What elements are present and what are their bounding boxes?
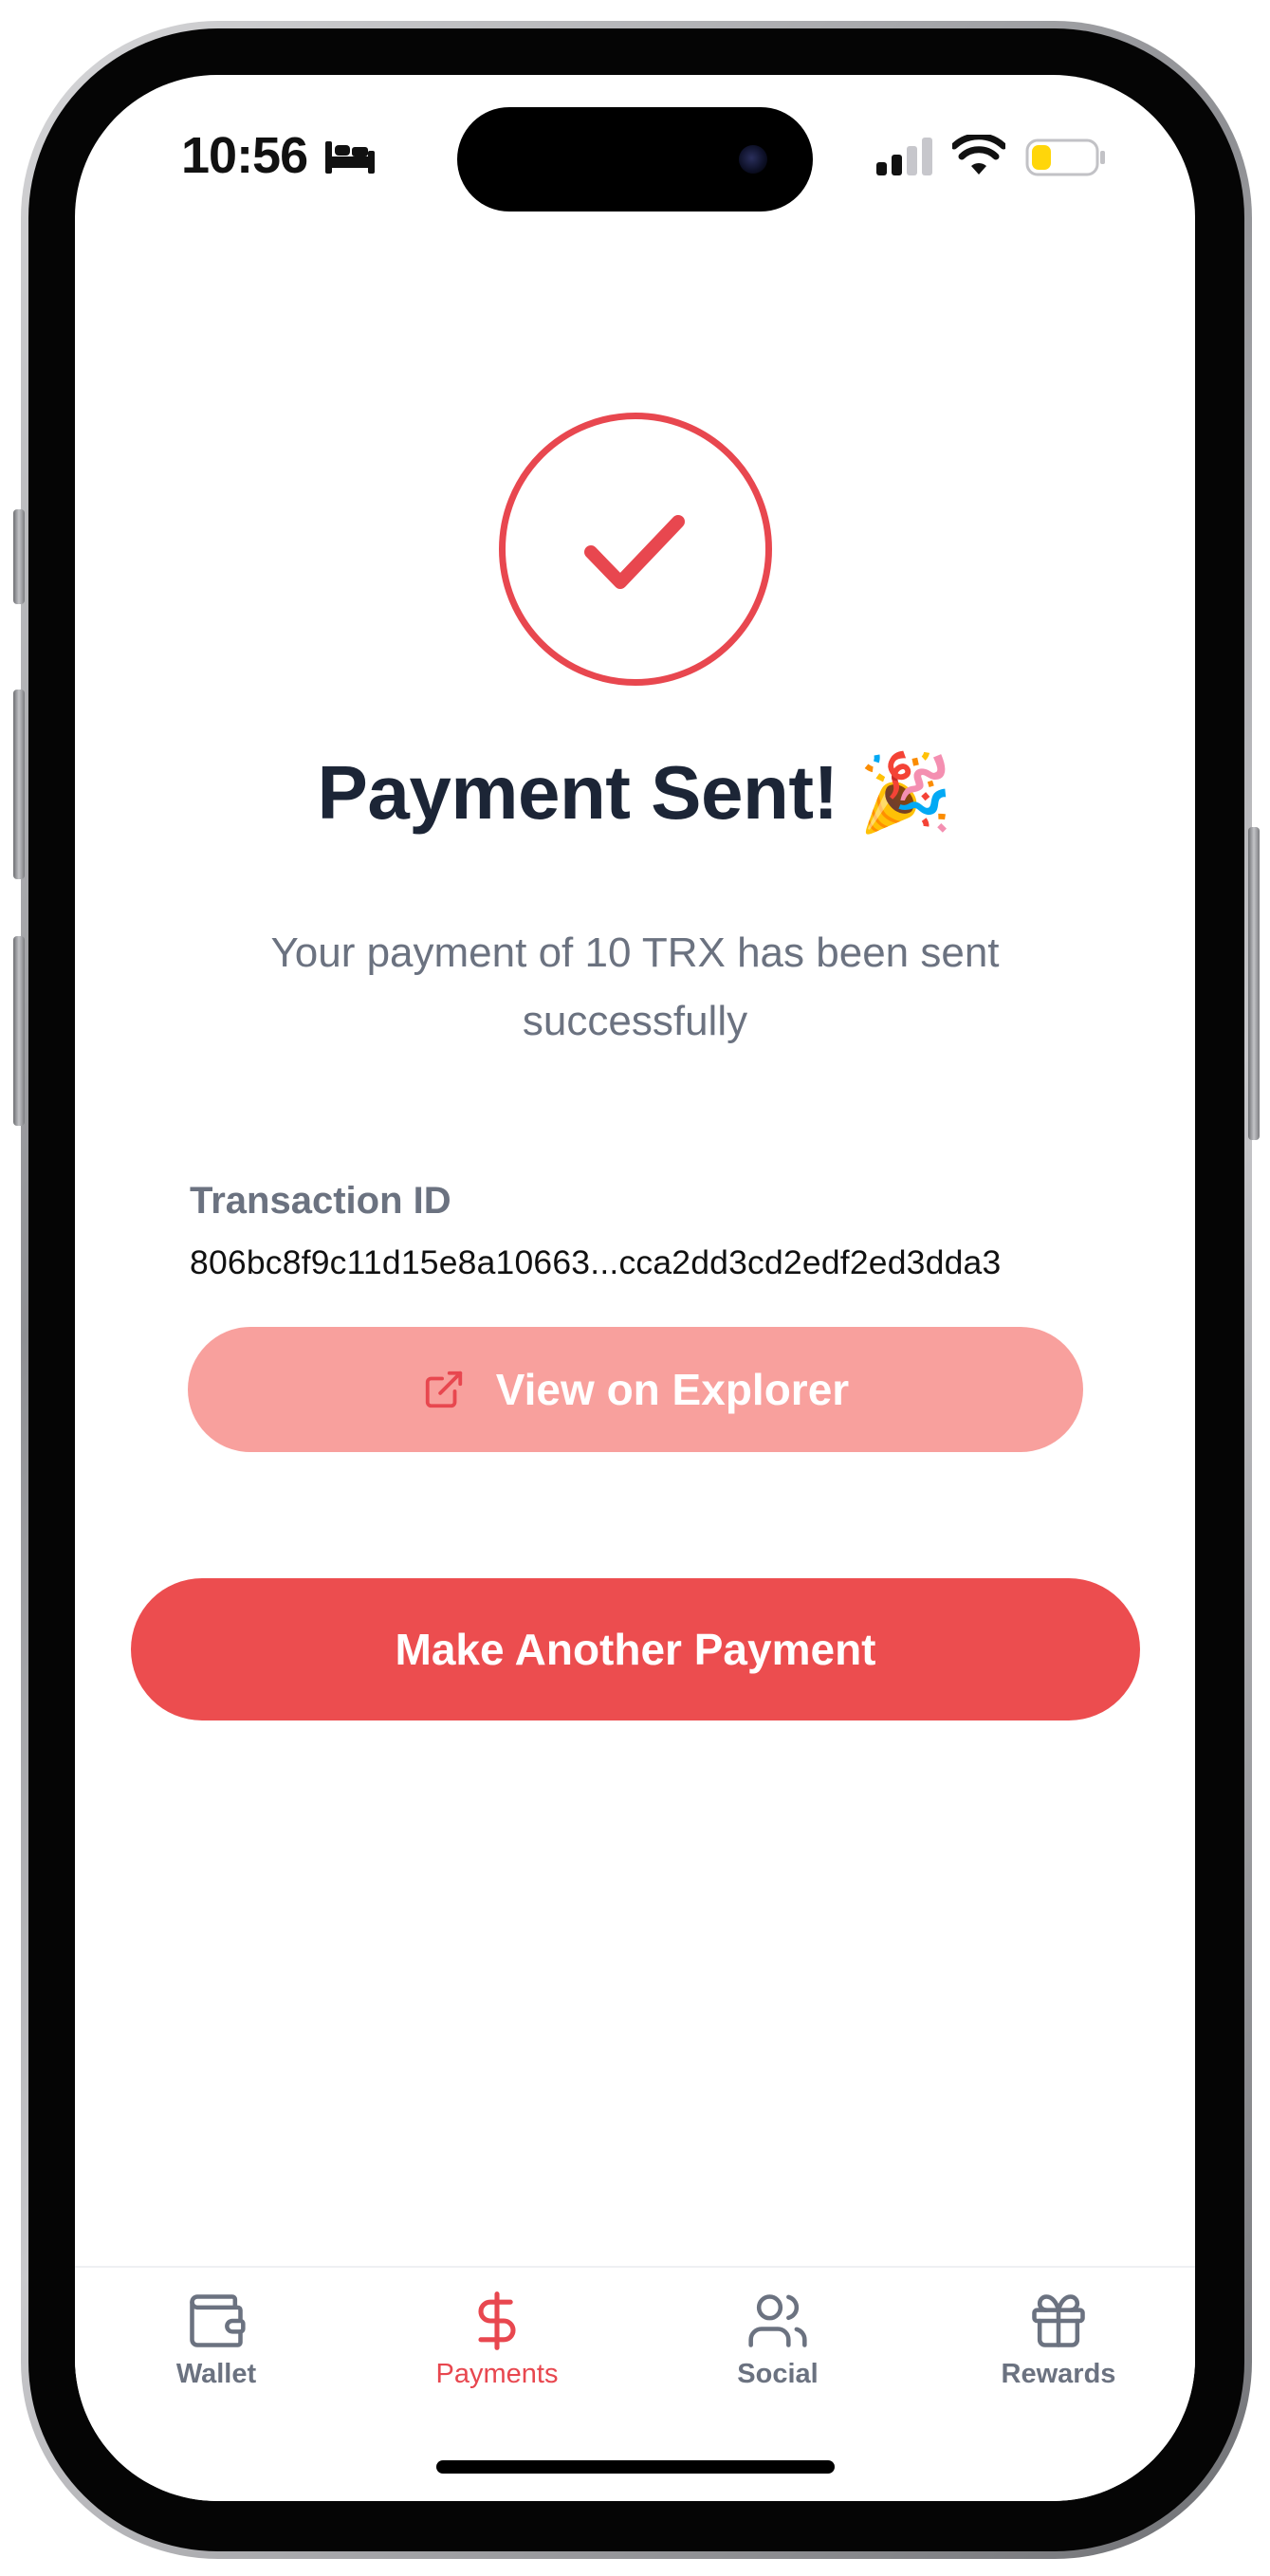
view-on-explorer-label: View on Explorer: [495, 1365, 850, 1414]
app-screen: 10:56 Payment Sent! 🎉 Your payment of 10…: [75, 75, 1195, 2501]
tab-rewards[interactable]: Rewards: [964, 2289, 1153, 2421]
success-message: Your payment of 10 TRX has been sent suc…: [270, 929, 1000, 1044]
bed-icon: [325, 141, 375, 174]
dollar-icon: [478, 2291, 516, 2350]
gift-icon: [1032, 2294, 1085, 2347]
make-another-payment-label: Make Another Payment: [395, 1625, 876, 1674]
check-circle-icon: [499, 413, 772, 686]
transaction-id-label: Transaction ID: [190, 1180, 451, 1222]
tab-label-payments: Payments: [435, 2359, 559, 2389]
tab-label-social: Social: [737, 2359, 819, 2389]
signal-icon: [876, 138, 932, 175]
home-indicator[interactable]: [436, 2460, 835, 2474]
volume-up-button: [13, 690, 25, 879]
dynamic-island: [457, 107, 813, 212]
wallet-icon: [190, 2294, 246, 2347]
battery-icon: [1025, 138, 1105, 176]
action-button: [13, 509, 25, 604]
make-another-payment-button[interactable]: Make Another Payment: [131, 1578, 1140, 1720]
tab-label-rewards: Rewards: [1001, 2359, 1116, 2389]
tab-social[interactable]: Social: [683, 2289, 873, 2421]
transaction-id-value[interactable]: 806bc8f9c11d15e8a10663...cca2dd3cd2edf2e…: [190, 1243, 1001, 1282]
users-icon: [748, 2294, 807, 2347]
volume-down-button: [13, 936, 25, 1126]
page-title: Payment Sent! 🎉: [317, 750, 953, 835]
tab-wallet[interactable]: Wallet: [121, 2289, 311, 2421]
camera-lens: [739, 145, 767, 174]
tab-label-wallet: Wallet: [175, 2359, 257, 2389]
tab-payments[interactable]: Payments: [402, 2289, 592, 2421]
checkmark-icon: [584, 515, 685, 589]
status-time: 10:56: [181, 127, 308, 184]
view-on-explorer-button[interactable]: View on Explorer: [188, 1327, 1083, 1452]
external-link-icon: [425, 1371, 462, 1408]
wifi-icon: [952, 135, 1005, 175]
power-button: [1248, 827, 1260, 1140]
